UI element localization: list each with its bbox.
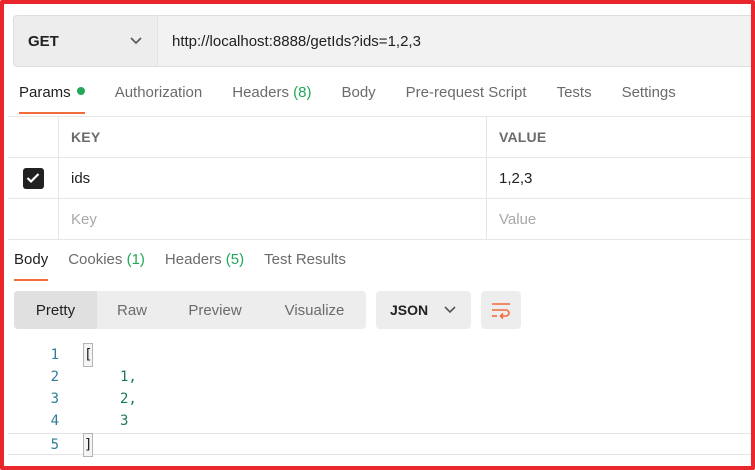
tab-response-body[interactable]: Body: [14, 251, 49, 281]
view-pretty-button[interactable]: Pretty: [14, 291, 97, 329]
code-line: 4 3: [8, 410, 751, 432]
table-row: ids 1,2,3: [8, 158, 751, 199]
tab-settings[interactable]: Settings: [622, 84, 676, 114]
tab-response-body-label: Body: [14, 251, 49, 268]
line-number: 5: [50, 437, 59, 453]
header-check-cell: [8, 117, 59, 157]
checkmark-icon: [26, 172, 40, 184]
tab-cookies[interactable]: Cookies (1): [68, 251, 145, 281]
tab-params[interactable]: Params: [19, 84, 85, 114]
tab-pre-request-script-label: Pre-request Script: [405, 84, 527, 101]
view-mode-group: Pretty Raw Preview Visualize: [14, 291, 366, 329]
tab-response-headers-count: (5): [225, 251, 245, 268]
code-text: [: [82, 343, 94, 367]
tab-cookies-count: (1): [126, 251, 145, 268]
code-line: 1 [: [8, 343, 751, 367]
format-select[interactable]: JSON: [376, 291, 471, 329]
tab-body[interactable]: Body: [341, 84, 375, 114]
url-input[interactable]: http://localhost:8888/getIds?ids=1,2,3: [157, 15, 751, 67]
code-text: 3: [120, 413, 129, 429]
line-number: 2: [50, 369, 59, 385]
code-line: 3 2,: [8, 388, 751, 410]
tab-headers[interactable]: Headers (8): [232, 84, 311, 114]
tab-test-results[interactable]: Test Results: [264, 251, 346, 281]
chevron-down-icon: [129, 34, 143, 48]
format-label: JSON: [390, 302, 429, 318]
tab-response-headers-label: Headers: [164, 251, 222, 268]
code-line-current: 5 ]: [8, 433, 751, 457]
param-key[interactable]: ids: [59, 158, 487, 198]
response-tabs: Body Cookies (1) Headers (5) Test Result…: [14, 251, 366, 281]
tab-tests[interactable]: Tests: [557, 84, 592, 114]
tab-pre-request-script[interactable]: Pre-request Script: [406, 84, 527, 114]
line-number: 4: [50, 413, 59, 429]
wrap-lines-button[interactable]: [481, 291, 521, 329]
code-text: ]: [82, 433, 94, 457]
params-active-dot: [76, 87, 85, 95]
tab-authorization-label: Authorization: [114, 84, 203, 101]
tab-cookies-label: Cookies: [68, 251, 123, 268]
tab-params-label: Params: [19, 84, 71, 101]
tab-settings-label: Settings: [621, 84, 676, 101]
column-header-value: VALUE: [499, 129, 547, 145]
param-checkbox[interactable]: [22, 167, 44, 189]
column-header-key: KEY: [59, 117, 487, 157]
table-row-empty: Key Value: [8, 199, 751, 240]
method-label: GET: [28, 32, 59, 50]
tab-response-headers[interactable]: Headers (5): [165, 251, 244, 281]
request-url-bar: GET http://localhost:8888/getIds?ids=1,2…: [13, 15, 751, 67]
tab-tests-label: Tests: [556, 84, 592, 101]
param-value-input[interactable]: Value: [487, 199, 751, 239]
tab-test-results-label: Test Results: [264, 251, 346, 268]
param-value[interactable]: 1,2,3: [487, 158, 751, 198]
code-text: 1,: [120, 369, 137, 385]
line-number: 1: [50, 347, 59, 363]
request-tabs: Params Authorization Headers (8) Body Pr…: [19, 84, 706, 114]
code-line: 2 1,: [8, 366, 751, 388]
empty-check-cell: [8, 199, 59, 239]
params-header-row: KEY VALUE: [8, 117, 751, 158]
view-preview-button[interactable]: Preview: [167, 291, 263, 329]
wrap-lines-icon: [491, 301, 511, 319]
chevron-down-icon: [443, 303, 457, 317]
view-raw-button[interactable]: Raw: [97, 291, 167, 329]
tab-body-label: Body: [341, 84, 376, 101]
view-visualize-button[interactable]: Visualize: [263, 291, 366, 329]
tab-headers-label: Headers: [232, 84, 289, 101]
code-text: 2,: [120, 391, 137, 407]
param-key-input[interactable]: Key: [59, 199, 487, 239]
params-table: KEY VALUE ids 1,2,3 Key Value: [8, 116, 751, 240]
row-check-cell: [8, 158, 59, 198]
line-number: 3: [50, 391, 59, 407]
response-body-editor[interactable]: 1 [ 2 1, 3 2, 4 3 5 ]: [8, 343, 751, 459]
tab-authorization[interactable]: Authorization: [115, 84, 203, 114]
app-window: GET http://localhost:8888/getIds?ids=1,2…: [0, 0, 755, 470]
method-select[interactable]: GET: [13, 15, 157, 67]
tab-headers-count: (8): [293, 84, 312, 101]
